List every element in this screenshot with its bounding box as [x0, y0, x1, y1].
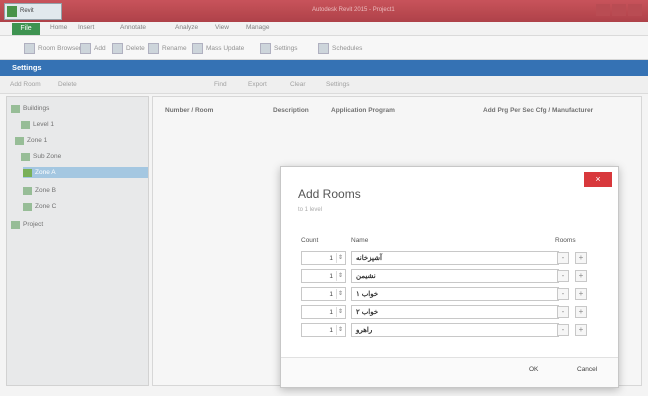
remove-row-button[interactable]: - [557, 252, 569, 264]
add-row-button[interactable]: + [575, 288, 587, 300]
room-row: 1 ⇕ آشپزخانه - + [301, 251, 601, 266]
room-name-input[interactable]: خواب ۲ [351, 305, 559, 319]
count-stepper[interactable]: 1 ⇕ [301, 269, 346, 283]
rooms-header: Rooms [555, 237, 576, 244]
add-row-button[interactable]: + [575, 270, 587, 282]
dialog-footer: OK Cancel [281, 357, 618, 387]
remove-row-button[interactable]: - [557, 306, 569, 318]
spin-arrows-icon[interactable]: ⇕ [336, 307, 344, 317]
spin-arrows-icon[interactable]: ⇕ [336, 271, 344, 281]
spin-arrows-icon[interactable]: ⇕ [336, 325, 344, 335]
cancel-button[interactable]: Cancel [577, 366, 597, 373]
dialog-title: Add Rooms [298, 187, 361, 201]
room-row: 1 ⇕ نشیمن - + [301, 269, 601, 284]
count-stepper[interactable]: 1 ⇕ [301, 305, 346, 319]
spin-arrows-icon[interactable]: ⇕ [336, 289, 344, 299]
room-name-input[interactable]: آشپزخانه [351, 251, 559, 265]
dialog-subtitle: to 1 level [298, 207, 323, 213]
room-name-input[interactable]: نشیمن [351, 269, 559, 283]
room-name-input[interactable]: خواب ۱ [351, 287, 559, 301]
remove-row-button[interactable]: - [557, 288, 569, 300]
count-stepper[interactable]: 1 ⇕ [301, 251, 346, 265]
count-stepper[interactable]: 1 ⇕ [301, 287, 346, 301]
remove-row-button[interactable]: - [557, 324, 569, 336]
add-row-button[interactable]: + [575, 324, 587, 336]
dialog-close-button[interactable]: × [584, 172, 612, 187]
remove-row-button[interactable]: - [557, 270, 569, 282]
spin-arrows-icon[interactable]: ⇕ [336, 253, 344, 263]
add-rooms-dialog: × Add Rooms to 1 level Count Name Rooms … [280, 166, 619, 388]
add-row-button[interactable]: + [575, 306, 587, 318]
add-row-button[interactable]: + [575, 252, 587, 264]
room-row: 1 ⇕ خواب ۲ - + [301, 305, 601, 320]
room-row: 1 ⇕ خواب ۱ - + [301, 287, 601, 302]
count-stepper[interactable]: 1 ⇕ [301, 323, 346, 337]
room-row: 1 ⇕ راهرو - + [301, 323, 601, 338]
count-header: Count [301, 237, 319, 244]
name-header: Name [351, 237, 369, 244]
ok-button[interactable]: OK [529, 366, 538, 373]
room-name-input[interactable]: راهرو [351, 323, 559, 337]
